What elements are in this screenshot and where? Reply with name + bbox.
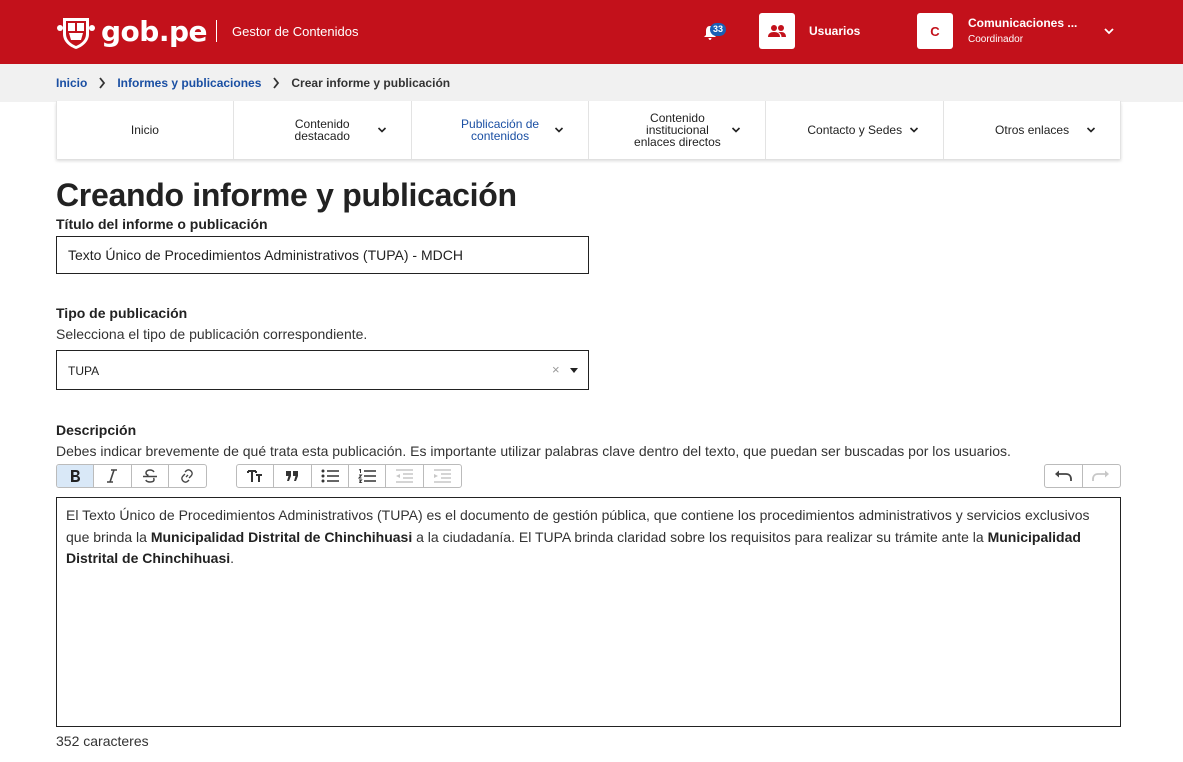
- bold-button[interactable]: [57, 465, 95, 487]
- numbered-list-button[interactable]: [349, 465, 387, 487]
- indent-icon: [434, 469, 452, 483]
- clear-selection-button[interactable]: ×: [552, 362, 560, 377]
- undo-icon: [1055, 470, 1073, 481]
- title-field-label: Título del informe o publicación: [56, 216, 268, 232]
- nav-tab-inicio[interactable]: Inicio: [57, 101, 234, 159]
- user-name: Comunicaciones ...: [968, 16, 1078, 30]
- redo-button[interactable]: [1083, 465, 1121, 487]
- link-button[interactable]: [169, 465, 206, 487]
- dropdown-arrow-icon[interactable]: [570, 368, 578, 373]
- nav-tab-label: Contenido destacado: [294, 117, 350, 143]
- breadcrumb-current: Crear informe y publicación: [291, 76, 451, 90]
- bullet-list-icon: [321, 469, 339, 483]
- outdent-icon: [396, 469, 414, 483]
- chevron-down-icon: [555, 127, 564, 133]
- bullet-list-button[interactable]: [312, 465, 349, 487]
- nav-tab-contacto-y-sedes[interactable]: Contacto y Sedes: [766, 101, 945, 159]
- block-toolbar-group: [236, 464, 462, 488]
- undo-button[interactable]: [1045, 465, 1083, 487]
- users-button[interactable]: Usuarios: [759, 13, 860, 49]
- chevron-down-icon: [1086, 127, 1096, 133]
- nav-tab-label: Publicación de contenidos: [461, 117, 540, 143]
- nav-tab-contenido-institucional[interactable]: Contenido institucional enlaces directos: [589, 101, 767, 159]
- brand-name: gob.pe: [101, 15, 208, 48]
- notification-count-badge: 33: [710, 23, 727, 36]
- heading-button[interactable]: [237, 465, 275, 487]
- header-divider: [216, 20, 217, 42]
- description-field-label: Descripción: [56, 422, 137, 438]
- chevron-down-icon: [1104, 28, 1114, 35]
- chevron-down-icon: [732, 127, 741, 133]
- description-text: .: [230, 550, 235, 566]
- chevron-down-icon: [377, 127, 386, 133]
- users-icon-box: [759, 13, 795, 49]
- italic-icon: [107, 469, 118, 483]
- breadcrumb: Inicio Informes y publicaciones Crear in…: [56, 76, 450, 90]
- history-toolbar-group: [1044, 464, 1121, 488]
- italic-button[interactable]: [94, 465, 132, 487]
- quote-button[interactable]: [274, 465, 312, 487]
- selected-publication-type: TUPA: [68, 364, 100, 378]
- top-bar: gob.pe Gestor de Contenidos 33 Usuarios …: [0, 0, 1183, 64]
- numbered-list-icon: [358, 469, 377, 483]
- avatar: C: [917, 13, 953, 49]
- strikethrough-button[interactable]: [132, 465, 169, 487]
- user-info: Comunicaciones ... Coordinador: [968, 15, 1077, 47]
- type-field-label: Tipo de publicación: [56, 305, 188, 321]
- description-editor[interactable]: El Texto Único de Procedimientos Adminis…: [56, 497, 1121, 727]
- strikethrough-icon: [142, 469, 157, 483]
- nav-tab-publicacion-de-contenidos[interactable]: Publicación de contenidos: [412, 101, 590, 159]
- redo-icon: [1092, 470, 1110, 481]
- quote-icon: [286, 471, 299, 481]
- users-icon: [768, 25, 786, 37]
- nav-tab-label: Contacto y Sedes: [807, 123, 903, 137]
- notifications-button[interactable]: 33: [700, 22, 730, 44]
- nav-tab-otros-enlaces[interactable]: Otros enlaces: [944, 101, 1121, 159]
- page-title: Creando informe y publicación: [56, 177, 517, 213]
- chevron-right-icon: [273, 77, 280, 89]
- nav-tab-label: Otros enlaces: [995, 123, 1070, 137]
- outdent-button[interactable]: [386, 465, 424, 487]
- user-role: Coordinador: [968, 34, 1024, 45]
- app-title: Gestor de Contenidos: [232, 24, 359, 39]
- nav-tab-label: Contenido institucional enlaces directos: [634, 111, 721, 149]
- users-label: Usuarios: [809, 24, 861, 38]
- bold-icon: [71, 470, 81, 482]
- format-toolbar-group: [56, 464, 207, 488]
- publication-type-select[interactable]: TUPA ×: [56, 350, 589, 390]
- chevron-right-icon: [99, 77, 106, 89]
- description-bold-text: Municipalidad Distrital de Chinchihuasi: [150, 528, 413, 545]
- character-count: 352 caracteres: [56, 733, 149, 749]
- peru-shield-icon: [57, 18, 95, 49]
- chevron-down-icon: [910, 127, 919, 133]
- type-field-help: Selecciona el tipo de publicación corres…: [56, 326, 368, 342]
- nav-tab-contenido-destacado[interactable]: Contenido destacado: [234, 101, 412, 159]
- nav-tab-label: Inicio: [130, 123, 159, 137]
- heading-icon: [247, 470, 263, 482]
- breadcrumb-bar: Inicio Informes y publicaciones Crear in…: [0, 64, 1183, 102]
- breadcrumb-link-inicio[interactable]: Inicio: [56, 76, 87, 90]
- indent-button[interactable]: [424, 465, 461, 487]
- section-nav: Inicio Contenido destacado Publicación de…: [56, 101, 1121, 159]
- title-input[interactable]: [56, 236, 589, 274]
- breadcrumb-link-informes[interactable]: Informes y publicaciones: [117, 76, 261, 90]
- gob-pe-logo[interactable]: gob.pe: [57, 14, 208, 50]
- description-field-help: Debes indicar brevemente de qué trata es…: [56, 443, 1011, 459]
- description-text: a la ciudadanía. El TUPA brinda claridad…: [412, 528, 988, 545]
- user-menu[interactable]: C Comunicaciones ... Coordinador: [917, 13, 1114, 49]
- link-icon: [181, 469, 194, 483]
